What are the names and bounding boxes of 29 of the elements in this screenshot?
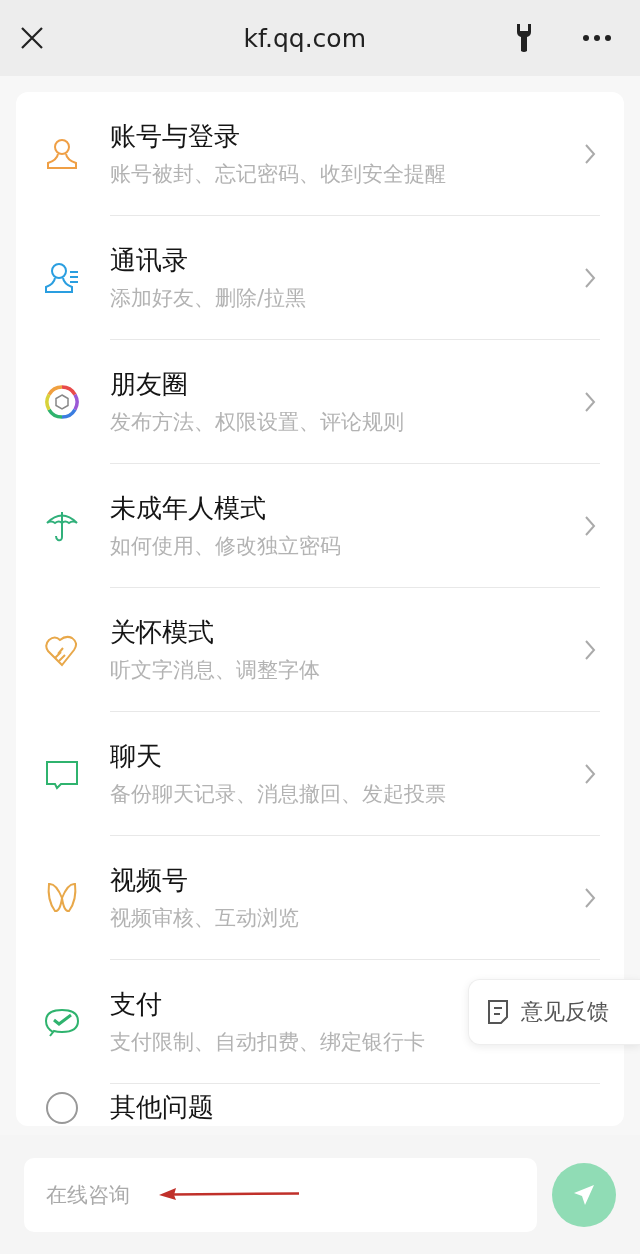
feedback-button[interactable]: 意见反馈 bbox=[468, 979, 640, 1045]
contacts-icon bbox=[44, 260, 80, 296]
item-subtitle: 备份聊天记录、消息撤回、发起投票 bbox=[110, 780, 446, 808]
page-url: kf.qq.com bbox=[243, 23, 366, 53]
item-subtitle: 账号被封、忘记密码、收到安全提醒 bbox=[110, 160, 446, 188]
item-title: 通讯录 bbox=[110, 243, 188, 277]
item-subtitle: 添加好友、删除/拉黑 bbox=[110, 284, 307, 312]
note-icon bbox=[487, 999, 509, 1025]
item-title: 账号与登录 bbox=[110, 119, 240, 153]
input-field[interactable]: 在线咨询 bbox=[24, 1157, 537, 1232]
item-subtitle: 听文字消息、调整字体 bbox=[110, 656, 320, 684]
paper-plane-icon bbox=[572, 1182, 596, 1207]
item-title: 未成年人模式 bbox=[110, 491, 266, 525]
item-title: 朋友圈 bbox=[110, 367, 188, 401]
item-title: 视频号 bbox=[110, 863, 188, 897]
item-title: 关怀模式 bbox=[110, 615, 214, 649]
close-icon[interactable] bbox=[20, 26, 44, 50]
item-subtitle: 如何使用、修改独立密码 bbox=[110, 532, 341, 560]
wrench-icon[interactable] bbox=[516, 23, 532, 53]
more-icon[interactable] bbox=[582, 34, 612, 42]
aperture-icon bbox=[44, 384, 80, 420]
item-subtitle: 发布方法、权限设置、评论规则 bbox=[110, 408, 404, 436]
item-title: 支付 bbox=[110, 987, 162, 1021]
item-subtitle: 视频审核、互动浏览 bbox=[110, 904, 299, 932]
circle-icon bbox=[44, 1090, 80, 1126]
item-title: 聊天 bbox=[110, 739, 162, 773]
item-subtitle: 支付限制、自动扣费、绑定银行卡 bbox=[110, 1028, 425, 1056]
item-title: 其他问题 bbox=[110, 1091, 214, 1124]
person-icon bbox=[44, 136, 80, 172]
